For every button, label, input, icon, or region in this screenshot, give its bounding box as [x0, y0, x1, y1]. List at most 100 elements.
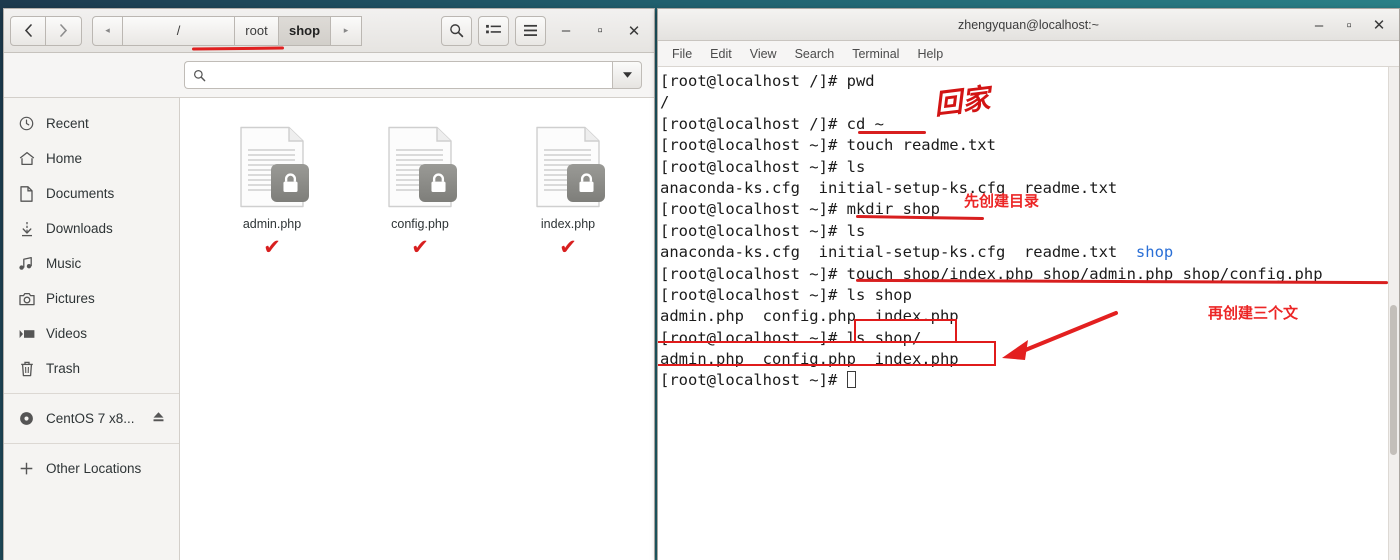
sidebar-item-downloads[interactable]: Downloads	[4, 211, 179, 246]
file-name-label: index.php	[540, 217, 596, 231]
terminal-line: [root@localhost ~]# ls	[660, 157, 866, 176]
terminal-scrollbar[interactable]	[1388, 67, 1399, 560]
red-checkmark-annotation: ✔	[411, 235, 429, 259]
navigation-buttons	[10, 15, 82, 46]
file-manager-window: ◂ / root shop ▸ – ▫ ✕ Recent Home Docume…	[3, 8, 655, 560]
sidebar-divider	[4, 393, 179, 394]
music-icon	[18, 255, 35, 272]
terminal-window: zhengyquan@localhost:~ – ▫ ✕ File Edit V…	[657, 8, 1400, 560]
trash-icon	[18, 360, 35, 377]
menu-terminal[interactable]: Terminal	[852, 47, 899, 61]
menu-file[interactable]: File	[672, 47, 692, 61]
red-box-ls-shop-command	[854, 319, 957, 343]
terminal-screen[interactable]: [root@localhost /]# pwd / [root@localhos…	[658, 67, 1399, 560]
breadcrumb-scroll-left[interactable]: ◂	[92, 15, 123, 46]
download-icon	[18, 220, 35, 237]
red-underline-cd	[858, 131, 926, 134]
sidebar-item-label: CentOS 7 x8...	[46, 411, 135, 426]
menu-search[interactable]: Search	[795, 47, 835, 61]
main-menu-button[interactable]	[515, 15, 546, 46]
lock-emblem-icon	[271, 164, 309, 202]
red-checkmark-annotation: ✔	[263, 235, 281, 259]
terminal-prompt: [root@localhost ~]#	[660, 371, 847, 390]
breadcrumb-red-underline-annotation	[191, 46, 285, 50]
minimize-button[interactable]: –	[1305, 11, 1333, 39]
terminal-cursor	[846, 371, 856, 389]
search-button[interactable]	[441, 15, 472, 46]
document-icon	[18, 185, 35, 202]
eject-icon[interactable]	[152, 411, 165, 426]
sidebar-item-label: Home	[46, 151, 83, 166]
breadcrumb-item-shop[interactable]: shop	[279, 15, 331, 46]
close-button[interactable]: ✕	[1365, 11, 1393, 39]
file-list-area: admin.php ✔ config.php ✔ index.php ✔	[180, 98, 654, 560]
search-field-group	[184, 61, 654, 89]
file-icon	[535, 126, 605, 208]
breadcrumb: ◂ / root shop ▸	[92, 15, 362, 50]
menu-view[interactable]: View	[750, 47, 777, 61]
file-icon	[387, 126, 457, 208]
close-button[interactable]: ✕	[620, 17, 648, 45]
sidebar-item-label: Videos	[46, 326, 88, 341]
view-toggle-button[interactable]	[478, 15, 509, 46]
terminal-scrollbar-thumb[interactable]	[1390, 305, 1397, 455]
file-name-label: admin.php	[242, 217, 302, 231]
directory-name: shop	[1135, 243, 1174, 262]
maximize-button[interactable]: ▫	[1335, 11, 1363, 39]
terminal-title-text: zhengyquan@localhost:~	[958, 17, 1099, 32]
terminal-line: anaconda-ks.cfg initial-setup-ks.cfg rea…	[660, 178, 1118, 197]
sidebar-item-music[interactable]: Music	[4, 246, 179, 281]
search-icon	[450, 24, 464, 38]
file-item[interactable]: config.php ✔	[346, 126, 494, 276]
forward-button[interactable]	[46, 15, 82, 46]
sidebar-item-label: Pictures	[46, 291, 95, 306]
terminal-line: /	[660, 93, 670, 112]
maximize-button[interactable]: ▫	[586, 17, 614, 45]
sidebar-item-trash[interactable]: Trash	[4, 351, 179, 386]
sidebar-item-other-locations[interactable]: Other Locations	[4, 451, 179, 486]
file-icon	[239, 126, 309, 208]
file-item[interactable]: admin.php ✔	[198, 126, 346, 276]
menu-edit[interactable]: Edit	[710, 47, 732, 61]
sidebar: Recent Home Documents Downloads Music Pi…	[4, 98, 180, 560]
chevron-down-icon	[622, 72, 632, 78]
menu-help[interactable]: Help	[917, 47, 943, 61]
sidebar-item-documents[interactable]: Documents	[4, 176, 179, 211]
search-input[interactable]	[184, 61, 612, 89]
list-view-icon	[486, 24, 501, 34]
terminal-line: [root@localhost ~]#	[660, 370, 1399, 391]
breadcrumb-item-root-dir[interactable]: /	[123, 15, 235, 46]
chevron-right-icon	[60, 24, 68, 37]
breadcrumb-item-root[interactable]: root	[235, 15, 279, 46]
red-checkmark-annotation: ✔	[559, 235, 577, 259]
sidebar-item-centos-device[interactable]: CentOS 7 x8...	[4, 401, 179, 436]
terminal-line: [root@localhost ~]# ls shop	[660, 285, 912, 304]
camera-icon	[18, 290, 35, 307]
chevron-left-icon	[24, 24, 32, 37]
terminal-line: [root@localhost ~]# touch readme.txt	[660, 136, 996, 155]
sidebar-item-recent[interactable]: Recent	[4, 106, 179, 141]
sidebar-item-label: Music	[46, 256, 82, 271]
sidebar-item-videos[interactable]: Videos	[4, 316, 179, 351]
terminal-line: [root@localhost ~]# ls	[660, 221, 866, 240]
file-manager-header: ◂ / root shop ▸ – ▫ ✕	[4, 9, 654, 53]
search-bar	[4, 53, 654, 98]
sidebar-item-label: Trash	[46, 361, 81, 376]
terminal-line: [root@localhost /]# pwd	[660, 72, 875, 90]
sidebar-item-label: Documents	[46, 186, 115, 201]
minimize-button[interactable]: –	[552, 17, 580, 45]
disc-icon	[18, 410, 35, 427]
back-button[interactable]	[10, 15, 46, 46]
terminal-window-controls: – ▫ ✕	[1305, 9, 1393, 41]
sidebar-item-pictures[interactable]: Pictures	[4, 281, 179, 316]
file-item[interactable]: index.php ✔	[494, 126, 642, 276]
breadcrumb-scroll-right[interactable]: ▸	[331, 15, 362, 46]
terminal-line: [root@localhost /]# cd ~	[660, 114, 884, 133]
red-box-ls-shop-output	[658, 341, 996, 366]
lock-emblem-icon	[567, 164, 605, 202]
search-dropdown-button[interactable]	[612, 61, 642, 89]
sidebar-item-label: Recent	[46, 116, 89, 131]
sidebar-item-home[interactable]: Home	[4, 141, 179, 176]
file-name-label: config.php	[391, 217, 449, 231]
video-icon	[18, 325, 35, 342]
